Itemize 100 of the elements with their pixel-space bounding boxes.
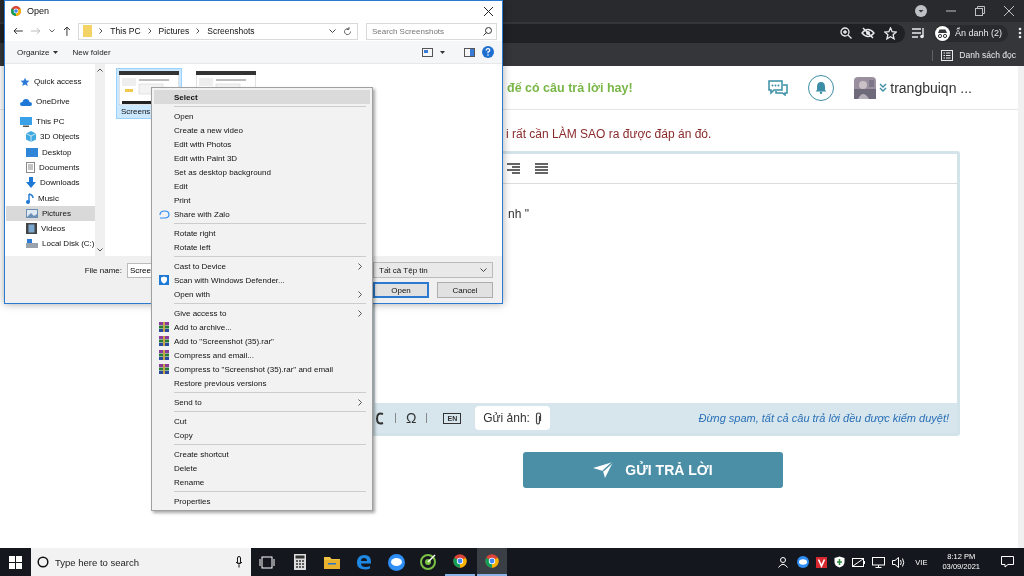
- breadcrumb-item[interactable]: This PC: [110, 26, 141, 36]
- profile-button[interactable]: Ẩn danh (2): [934, 24, 1009, 42]
- menu-icon[interactable]: [1018, 27, 1023, 39]
- menu-item[interactable]: Compress to "Screenshot (35).rar" and email: [154, 362, 370, 376]
- nav-item[interactable]: OneDrive: [6, 94, 95, 110]
- taskbar-app[interactable]: [477, 548, 507, 576]
- chat-app-icon[interactable]: [797, 556, 810, 568]
- caret-up-icon[interactable]: [97, 68, 103, 72]
- nav-item[interactable]: Downloads: [6, 175, 95, 191]
- justify-icon[interactable]: [535, 163, 548, 174]
- task-view-icon[interactable]: [259, 555, 275, 569]
- nav-item[interactable]: Quick access: [6, 74, 95, 90]
- nav-item[interactable]: Desktop: [6, 144, 95, 160]
- up-arrow-icon[interactable]: [62, 26, 71, 36]
- microphone-icon[interactable]: [235, 556, 243, 568]
- address-field[interactable]: This PC Pictures Screenshots: [78, 22, 358, 40]
- nav-item[interactable]: Music: [6, 190, 95, 206]
- breadcrumb-item[interactable]: Pictures: [158, 26, 190, 36]
- menu-item[interactable]: Edit: [154, 179, 370, 193]
- file-type-dropdown[interactable]: Tất cả Tệp tin: [373, 262, 493, 278]
- battery-icon[interactable]: [852, 557, 866, 567]
- network-icon[interactable]: [872, 556, 886, 568]
- chat-icon[interactable]: [768, 79, 789, 96]
- caret-down-icon[interactable]: [97, 248, 103, 252]
- speaker-icon[interactable]: [892, 556, 906, 568]
- menu-item[interactable]: Edit with Photos: [154, 137, 370, 151]
- caret-down-icon[interactable]: [48, 29, 55, 33]
- align-right-icon[interactable]: [507, 163, 520, 174]
- nav-item[interactable]: Documents: [6, 159, 95, 176]
- scrollbar[interactable]: [95, 64, 105, 256]
- folder-icon: [83, 25, 93, 37]
- file-name-label: File name:: [83, 265, 122, 275]
- special-character-button[interactable]: Ω: [406, 410, 417, 426]
- nav-item[interactable]: Videos: [6, 221, 95, 237]
- menu-item[interactable]: Compress and email...: [154, 348, 370, 362]
- menu-item[interactable]: Edit with Paint 3D: [154, 151, 370, 165]
- notification-icon[interactable]: [1001, 556, 1014, 568]
- menu-item[interactable]: Print: [154, 193, 370, 207]
- nav-item[interactable]: This PC: [6, 113, 95, 130]
- preview-pane-icon[interactable]: [464, 47, 475, 57]
- eye-off-icon[interactable]: [861, 27, 875, 39]
- menu-item[interactable]: Set as desktop background: [154, 165, 370, 179]
- menu-item[interactable]: Create a new video: [154, 123, 370, 137]
- caret-down-icon[interactable]: [329, 29, 336, 33]
- view-icon[interactable]: [422, 47, 433, 57]
- star-icon[interactable]: [884, 26, 897, 40]
- tab-search-icon[interactable]: [915, 5, 927, 17]
- send-icon: [593, 462, 614, 478]
- menu-item[interactable]: Add to archive...: [154, 320, 370, 334]
- chrome-icon: [484, 553, 500, 569]
- chevron-right-icon: [196, 28, 201, 34]
- menu-item[interactable]: Scan with Windows Defender...: [154, 273, 370, 287]
- menu-item[interactable]: Cut: [154, 414, 370, 428]
- open-button[interactable]: Open: [373, 282, 429, 298]
- menu-item[interactable]: Rename: [154, 475, 370, 489]
- media-control-icon[interactable]: [912, 27, 926, 39]
- menu-item[interactable]: Share with Zalo: [154, 207, 370, 221]
- submit-button[interactable]: GỬI TRẢ LỜI: [523, 452, 783, 488]
- close-icon[interactable]: [484, 6, 493, 16]
- caret-down-icon[interactable]: [440, 50, 445, 54]
- nav-item[interactable]: Local Disk (C:): [6, 236, 95, 252]
- menu-item[interactable]: Copy: [154, 428, 370, 442]
- reading-list-button[interactable]: Danh sách đọc: [932, 49, 1016, 61]
- menu-item[interactable]: Give access to: [154, 306, 370, 320]
- menu-item[interactable]: Delete: [154, 461, 370, 475]
- help-icon[interactable]: [482, 46, 494, 58]
- menu-item[interactable]: Rotate right: [154, 226, 370, 240]
- menu-item[interactable]: Rotate left: [154, 240, 370, 254]
- menu-item[interactable]: Cast to Device: [154, 259, 370, 273]
- double-chevron-icon[interactable]: [879, 83, 888, 92]
- tray-app-icon[interactable]: [816, 556, 828, 568]
- menu-item[interactable]: Create shortcut: [154, 447, 370, 461]
- menu-item[interactable]: Restore previous versions: [154, 376, 370, 390]
- clear-format-icon[interactable]: [375, 411, 385, 425]
- menu-item[interactable]: Add to "Screenshot (35).rar": [154, 334, 370, 348]
- organize-button[interactable]: Organize: [17, 47, 59, 57]
- refresh-icon[interactable]: [343, 26, 352, 36]
- zoom-icon[interactable]: [840, 27, 852, 39]
- shield-icon[interactable]: [834, 556, 846, 568]
- back-arrow-icon[interactable]: [13, 27, 23, 35]
- star-icon: [20, 76, 30, 87]
- caret-down-icon: [480, 268, 487, 272]
- breadcrumb-item[interactable]: Screenshots: [207, 26, 255, 36]
- nav-item[interactable]: 3D Objects: [6, 129, 95, 145]
- search-field[interactable]: Search Screenshots: [366, 22, 497, 40]
- menu-item[interactable]: Properties: [154, 494, 370, 508]
- cancel-button[interactable]: Cancel: [437, 282, 493, 298]
- new-folder-button[interactable]: New folder: [72, 47, 111, 57]
- search-field[interactable]: Type here to search: [31, 548, 251, 576]
- menu-item[interactable]: Send to: [154, 395, 370, 409]
- monitor-icon: [20, 116, 32, 127]
- restore-icon[interactable]: [975, 6, 985, 16]
- nav-item[interactable]: Pictures: [6, 205, 95, 222]
- user-name[interactable]: trangbuiqn ...: [890, 79, 972, 96]
- archive-icon: [159, 322, 169, 332]
- chat-app-icon: [387, 553, 405, 571]
- menu-item[interactable]: Select: [154, 90, 370, 104]
- menu-item[interactable]: Open with: [154, 287, 370, 301]
- cloud-icon: [20, 97, 32, 106]
- upload-image-button[interactable]: Gửi ảnh:: [475, 406, 550, 430]
